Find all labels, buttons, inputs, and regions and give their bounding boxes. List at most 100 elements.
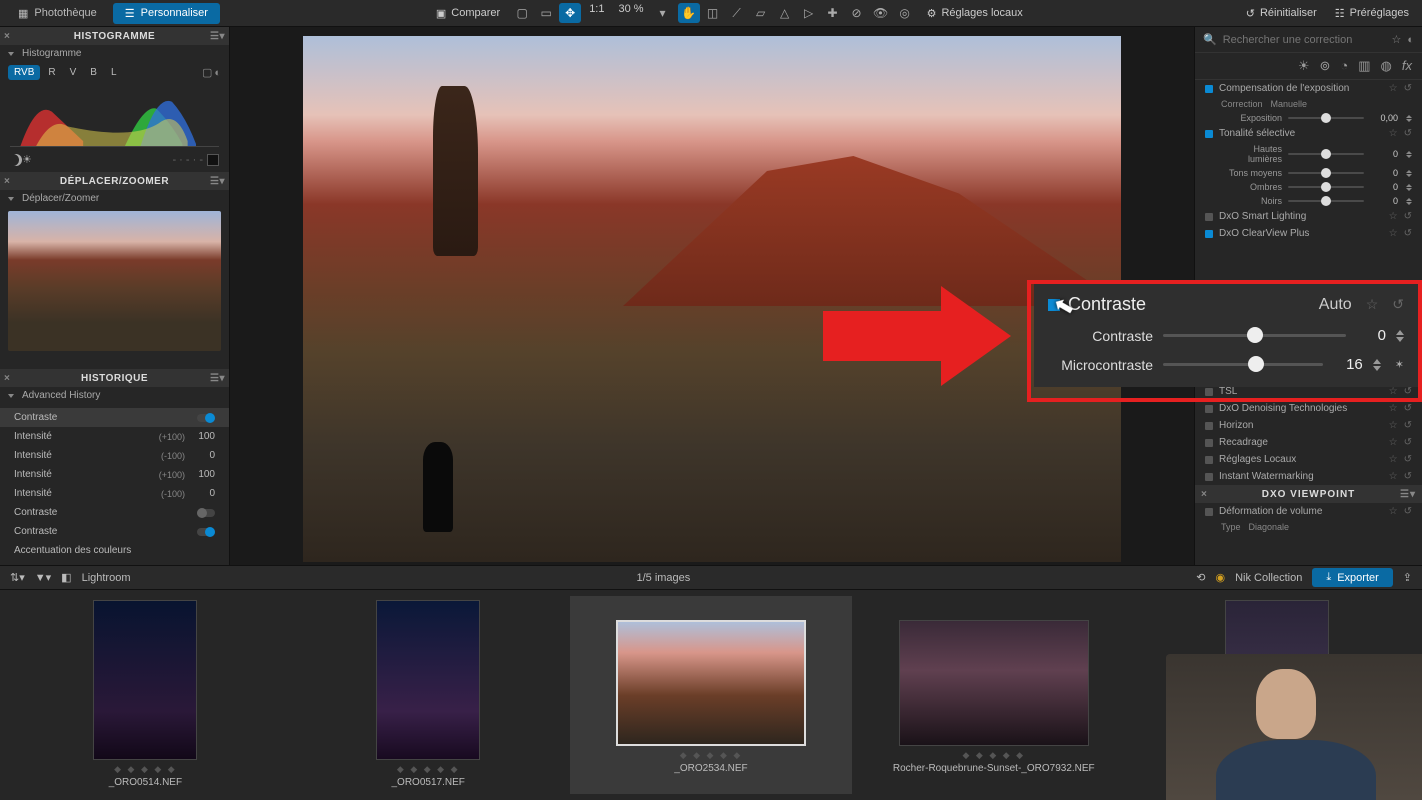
slider-shadows[interactable]: Ombres0	[1195, 180, 1422, 194]
group-horizon[interactable]: Horizon☆↺	[1195, 417, 1422, 434]
group-selective-tone[interactable]: Tonalité sélective☆↺	[1195, 125, 1422, 142]
group-instant-watermarking[interactable]: Instant Watermarking☆↺	[1195, 468, 1422, 485]
close-icon[interactable]: ×	[4, 176, 10, 187]
histogram-panel-header[interactable]: × HISTOGRAMME ☰▾	[0, 27, 229, 45]
close-icon[interactable]: ×	[4, 373, 10, 384]
group-r-glages-locaux[interactable]: Réglages Locaux☆↺	[1195, 451, 1422, 468]
nik-icon[interactable]: ◉	[1215, 571, 1225, 584]
slider-microcontraste[interactable]: Microcontraste 16 ✶	[1048, 356, 1404, 373]
slider-exposition[interactable]: Exposition0,00	[1195, 111, 1422, 125]
menu-icon[interactable]: ☰▾	[1400, 489, 1416, 500]
tab-photolibrary[interactable]: ▦ Photothèque	[6, 3, 109, 24]
filmstrip-item[interactable]: ◆ ◆ ◆ ◆ ◆_ORO2534.NEF	[570, 596, 853, 794]
favorite-icon[interactable]: ☆	[1391, 33, 1401, 46]
screen-icon[interactable]: ▢	[511, 3, 533, 23]
target-icon[interactable]: ◎	[894, 3, 916, 23]
perspective-icon[interactable]: ▱	[750, 3, 772, 23]
highlight-clip-icon[interactable]: ☀	[22, 153, 32, 166]
hand-icon[interactable]: ✋	[678, 3, 700, 23]
slider-blacks[interactable]: Noirs0	[1195, 194, 1422, 208]
history-item[interactable]: Contraste	[0, 522, 229, 541]
history-item[interactable]: Intensité(-100)0	[0, 484, 229, 503]
search-input[interactable]	[1223, 34, 1386, 46]
filter-icon[interactable]: ▼▾	[35, 571, 51, 584]
fx-icon[interactable]: fx	[1402, 58, 1412, 74]
wand-icon[interactable]: ✶	[1395, 358, 1404, 371]
horizon-icon[interactable]: ⟋	[726, 3, 748, 23]
group-volume[interactable]: Déformation de volume☆↺	[1195, 503, 1422, 520]
detail-icon[interactable]: ◔	[1340, 58, 1348, 74]
history-item[interactable]: Intensité(+100)100	[0, 427, 229, 446]
chevron-down-icon[interactable]: ▾	[652, 3, 674, 23]
group-dxo-denoising-technologies[interactable]: DxO Denoising Technologies☆↺	[1195, 400, 1422, 417]
repair-icon[interactable]: ✚	[822, 3, 844, 23]
filmstrip-item[interactable]: ◆ ◆ ◆ ◆ ◆_ORO0517.NEF	[287, 596, 570, 794]
share-icon[interactable]: ⇪	[1403, 571, 1412, 584]
presets-button[interactable]: ☷ Préréglages	[1328, 4, 1416, 23]
move-tool-icon[interactable]: ✥	[559, 3, 581, 23]
lightroom-label[interactable]: Lightroom	[82, 572, 131, 584]
nik-label[interactable]: Nik Collection	[1235, 572, 1302, 584]
histogram-sub[interactable]: Histogramme	[0, 45, 229, 62]
history-item[interactable]: Accentuation des couleurs	[0, 541, 229, 560]
history-item[interactable]: Contraste	[0, 408, 229, 427]
lines-icon[interactable]: △	[774, 3, 796, 23]
movezoom-sub[interactable]: Déplacer/Zoomer	[0, 190, 229, 207]
history-sub[interactable]: Advanced History	[0, 387, 229, 404]
tab-customize[interactable]: ☰ Personnaliser	[113, 3, 220, 24]
fit-icon[interactable]: ▭	[535, 3, 557, 23]
local-icon[interactable]: ◍	[1381, 58, 1392, 74]
channel-l[interactable]: L	[105, 65, 123, 80]
local-adjustments-button[interactable]: ⚙ Réglages locaux	[920, 4, 1030, 23]
crop-icon[interactable]: ◫	[702, 3, 724, 23]
menu-icon[interactable]: ☰▾	[210, 31, 225, 42]
slider-midtones[interactable]: Tons moyens0	[1195, 166, 1422, 180]
channel-r[interactable]: R	[42, 65, 61, 80]
group-clearview[interactable]: DxO ClearView Plus☆↺	[1195, 225, 1422, 242]
filmstrip-item[interactable]: ◆ ◆ ◆ ◆ ◆_ORO0514.NEF	[4, 596, 287, 794]
menu-icon[interactable]: ☰▾	[210, 176, 225, 187]
lines2-icon[interactable]: ▷	[798, 3, 820, 23]
enable-checkbox[interactable]	[1048, 299, 1060, 311]
channel-b[interactable]: B	[84, 65, 103, 80]
slider-highlights[interactable]: Hautes lumières0	[1195, 142, 1422, 166]
export-button[interactable]: ⤓ Exporter	[1312, 568, 1392, 587]
reset-icon[interactable]: ↺	[1392, 296, 1404, 313]
redeye-icon[interactable]: ⊘	[846, 3, 868, 23]
menu-icon[interactable]: ☰▾	[210, 373, 225, 384]
filmstrip-item[interactable]: ◆ ◆ ◆ ◆ ◆Rocher-Roquebrune-Sunset-_ORO79…	[852, 596, 1135, 794]
channel-rvb[interactable]: RVB	[8, 65, 40, 80]
shadow-clip-icon[interactable]	[10, 154, 22, 166]
slider-contraste[interactable]: Contraste 0	[1048, 327, 1404, 344]
close-icon[interactable]: ×	[1201, 489, 1208, 500]
history-item[interactable]: Intensité(+100)100	[0, 465, 229, 484]
light-icon[interactable]: ☀	[1298, 58, 1310, 74]
zoom-percent[interactable]: 30 %	[612, 3, 649, 23]
eye-icon[interactable]: 👁	[870, 3, 892, 23]
zoom-ratio[interactable]: 1:1	[583, 3, 610, 23]
close-icon[interactable]: ×	[4, 31, 10, 42]
geometry-icon[interactable]: ▥	[1358, 58, 1370, 74]
group-recadrage[interactable]: Recadrage☆↺	[1195, 434, 1422, 451]
history-item[interactable]: Contraste	[0, 503, 229, 522]
movezoom-thumbnail[interactable]	[8, 211, 221, 351]
channel-v[interactable]: V	[64, 65, 83, 80]
history-item[interactable]: Intensité(-100)0	[0, 446, 229, 465]
group-smart-lighting[interactable]: DxO Smart Lighting☆↺	[1195, 208, 1422, 225]
reset-button[interactable]: ↺ Réinitialiser	[1239, 4, 1324, 23]
favorite-icon[interactable]: ☆	[1366, 296, 1379, 313]
viewpoint-header[interactable]: ×DXO VIEWPOINT☰▾	[1195, 485, 1422, 503]
sort-icon[interactable]: ⇅▾	[10, 571, 25, 584]
auto-button[interactable]: Auto	[1319, 296, 1352, 314]
history-panel-header[interactable]: × HISTORIQUE ☰▾	[0, 369, 229, 387]
clip-icon[interactable]: ◐	[214, 67, 221, 79]
group-exposure-comp[interactable]: Compensation de l'exposition☆↺	[1195, 80, 1422, 97]
display-icon[interactable]: ▢	[202, 66, 212, 79]
toggle-icon[interactable]: ◐	[1407, 34, 1414, 46]
color-icon[interactable]: ⊚	[1319, 58, 1330, 74]
movezoom-panel-header[interactable]: × DÉPLACER/ZOOMER ☰▾	[0, 172, 229, 190]
color-sample[interactable]	[207, 154, 219, 166]
search-icon[interactable]: 🔍	[1203, 33, 1217, 46]
lightroom-icon[interactable]: ◧	[61, 571, 71, 584]
sync-icon[interactable]: ⟲	[1196, 571, 1205, 584]
